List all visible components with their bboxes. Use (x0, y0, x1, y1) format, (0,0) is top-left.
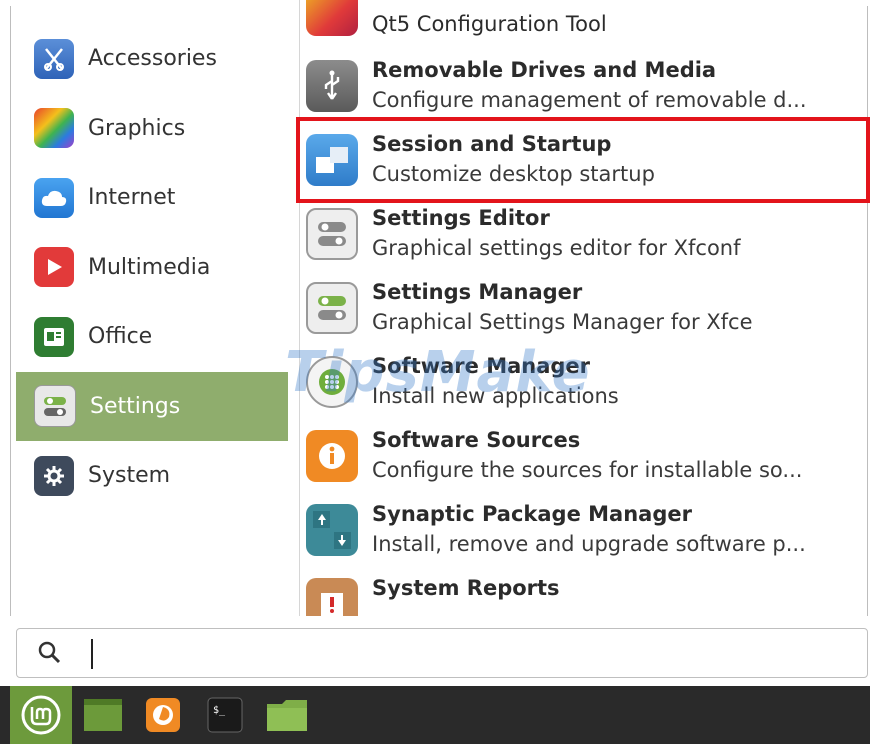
search-box[interactable] (16, 628, 868, 678)
app-description: Install new applications (372, 384, 619, 408)
category-label: Multimedia (88, 254, 211, 280)
category-label: Graphics (88, 115, 186, 141)
app-name: Software Sources (372, 428, 581, 452)
category-multimedia[interactable]: Multimedia (16, 233, 288, 303)
category-label: Accessories (88, 46, 217, 72)
show-desktop-button[interactable] (82, 694, 124, 736)
category-label: Internet (88, 185, 176, 211)
multimedia-icon (34, 247, 74, 288)
software-manager-icon (306, 356, 358, 408)
app-item-settings-editor[interactable]: Settings Editor Graphical settings edito… (300, 198, 866, 270)
app-item-qt5-configuration-tool[interactable]: Qt5 Configuration Tool (300, 0, 866, 46)
app-name: System Reports (372, 576, 560, 600)
app-item-software-manager[interactable]: Software Manager Install new application… (300, 346, 866, 418)
app-name: Qt5 Configuration Tool (372, 12, 607, 36)
mint-logo-icon (21, 695, 61, 735)
software-sources-icon (306, 430, 358, 482)
highlight-box (296, 117, 870, 203)
synaptic-icon (306, 504, 358, 556)
app-name: Settings Manager (372, 280, 583, 304)
category-system[interactable]: System (16, 441, 288, 511)
app-item-synaptic-package-manager[interactable]: Synaptic Package Manager Install, remove… (300, 494, 866, 566)
system-reports-icon (306, 578, 358, 616)
taskbar-panel: $_ (0, 686, 870, 744)
category-office[interactable]: Office (16, 302, 288, 372)
desktop-icon (84, 699, 122, 731)
category-accessories[interactable]: Accessories (16, 24, 288, 94)
office-icon (34, 316, 74, 357)
firefox-icon (146, 698, 180, 732)
app-description: Install, remove and upgrade software p..… (372, 532, 806, 556)
app-description: Configure management of removable d... (372, 88, 807, 112)
usb-drive-icon (306, 60, 358, 112)
app-item-software-sources[interactable]: Software Sources Configure the sources f… (300, 420, 866, 492)
search-icon (38, 641, 61, 664)
start-menu-button[interactable] (10, 686, 72, 744)
category-list: Accessories Graphics Internet Multimedia… (16, 24, 288, 511)
application-list: Qt5 Configuration Tool Removable Drives … (300, 0, 866, 616)
application-menu: Accessories Graphics Internet Multimedia… (0, 0, 870, 686)
terminal-launcher[interactable]: $_ (204, 694, 246, 736)
app-description: Graphical settings editor for Xfconf (372, 236, 741, 260)
system-icon (34, 455, 74, 496)
app-name: Software Manager (372, 354, 591, 378)
category-label: Office (88, 324, 153, 350)
folder-icon (267, 700, 307, 731)
search-input[interactable] (73, 637, 837, 671)
app-item-removable-drives[interactable]: Removable Drives and Media Configure man… (300, 50, 866, 122)
files-launcher[interactable] (264, 694, 310, 736)
app-item-system-reports[interactable]: System Reports (300, 568, 866, 616)
firefox-launcher[interactable] (142, 694, 184, 736)
app-description: Configure the sources for installable so… (372, 458, 803, 482)
category-internet[interactable]: Internet (16, 163, 288, 233)
category-settings[interactable]: Settings (16, 371, 288, 441)
app-item-settings-manager[interactable]: Settings Manager Graphical Settings Mana… (300, 272, 866, 344)
settings-editor-icon (306, 208, 358, 260)
category-label: System (88, 463, 171, 489)
svg-text:$_: $_ (213, 705, 226, 716)
app-name: Synaptic Package Manager (372, 502, 692, 526)
app-name: Removable Drives and Media (372, 58, 717, 82)
category-label: Settings (90, 393, 181, 419)
app-name: Settings Editor (372, 206, 550, 230)
terminal-icon: $_ (207, 697, 243, 733)
settings-manager-icon (306, 282, 358, 334)
accessories-icon (34, 38, 74, 79)
settings-icon (34, 385, 76, 428)
graphics-icon (34, 108, 74, 149)
internet-icon (34, 177, 74, 218)
category-graphics[interactable]: Graphics (16, 94, 288, 164)
app-description: Graphical Settings Manager for Xfce (372, 310, 753, 334)
qt5-config-icon (306, 0, 358, 36)
